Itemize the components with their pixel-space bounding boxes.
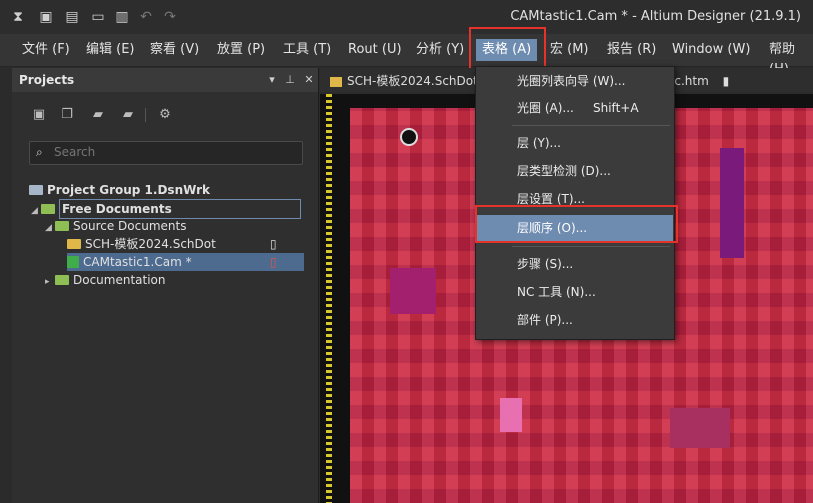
- tree-free-documents[interactable]: ◢ Free Documents: [31, 199, 301, 220]
- tree-label: SCH-模板2024.SchDot: [85, 237, 216, 251]
- component-pad: [720, 148, 744, 258]
- expand-icon[interactable]: ◢: [45, 219, 55, 237]
- schdot-file-icon: [67, 238, 81, 249]
- tab-schdot[interactable]: SCH-模板2024.SchDot: [330, 72, 478, 90]
- menu-item-layers[interactable]: 层 (Y)...: [477, 130, 673, 156]
- folder-remove-icon[interactable]: ▰: [118, 105, 138, 125]
- title-bar: ⧗ ▣ ▤ ▭ ▥ ↶ ↷ CAMtastic1.Cam * - Altium …: [0, 0, 813, 34]
- menu-reports[interactable]: 报告 (R): [607, 40, 656, 60]
- menu-help[interactable]: 帮助 (H): [769, 40, 813, 77]
- tab-label: SCH-模板2024.SchDot: [347, 74, 478, 88]
- tree-label: CAMtastic1.Cam *: [83, 255, 192, 269]
- open-icon[interactable]: ▭: [88, 7, 108, 27]
- menu-item-aperture[interactable]: 光圈 (A)... Shift+A: [477, 95, 673, 121]
- tree-cam-file[interactable]: CAMtastic1.Cam * ▯: [67, 253, 304, 271]
- menu-macro[interactable]: 宏 (M): [550, 40, 589, 60]
- projects-panel: Projects ▾ ⊥ ✕ ▣ ❐ ▰ ▰ ⚙ ⌕ Project Group…: [12, 68, 319, 503]
- schdot-file-icon: [330, 76, 342, 87]
- menu-item-layer-setup[interactable]: 层设置 (T)...: [477, 186, 673, 212]
- menu-view[interactable]: 察看 (V): [150, 40, 199, 60]
- app-icon[interactable]: ⧗: [8, 7, 28, 27]
- folder-icon: [41, 203, 55, 214]
- modified-document-icon: ▯: [270, 255, 277, 269]
- tab-htm[interactable]: oc.htm ▮: [667, 72, 729, 90]
- menu-item-steps[interactable]: 步骤 (S)...: [477, 251, 673, 277]
- document-icon: ▮: [722, 74, 730, 88]
- panel-toolbar: ▣ ❐ ▰ ▰ ⚙: [12, 105, 318, 129]
- expand-icon[interactable]: ◢: [31, 202, 41, 220]
- tree-documentation[interactable]: ▸ Documentation: [45, 271, 166, 289]
- redo-icon[interactable]: ↷: [160, 7, 180, 27]
- window-title: CAMtastic1.Cam * - Altium Designer (21.9…: [510, 9, 801, 24]
- menu-edit[interactable]: 编辑 (E): [86, 40, 135, 60]
- mounting-hole: [400, 128, 418, 146]
- gear-icon[interactable]: ⚙: [155, 105, 175, 125]
- component-pad: [390, 268, 436, 314]
- table-menu-dropdown: 光圈列表向导 (W)... 光圈 (A)... Shift+A 层 (Y)... …: [475, 66, 675, 340]
- menu-item-aperture-wizard[interactable]: 光圈列表向导 (W)...: [477, 68, 673, 94]
- board-edge-marker: [326, 94, 332, 503]
- component-pad: [670, 408, 730, 448]
- search-input[interactable]: [54, 145, 284, 159]
- menu-item-nc-tools[interactable]: NC 工具 (N)...: [477, 279, 673, 305]
- component-pad: [500, 398, 522, 432]
- tree-label: Source Documents: [73, 219, 187, 233]
- panel-header: Projects ▾ ⊥ ✕: [12, 68, 318, 92]
- menu-separator: [512, 125, 670, 126]
- panel-title: Projects: [19, 73, 75, 87]
- tree-label: Project Group 1.DsnWrk: [47, 183, 211, 197]
- expand-icon[interactable]: ▸: [45, 273, 55, 291]
- workspace-icon: [29, 184, 43, 195]
- tree-schdot-file[interactable]: SCH-模板2024.SchDot ▯: [67, 235, 287, 253]
- menu-separator: [512, 246, 670, 247]
- folder-icon: [55, 274, 69, 285]
- save-icon[interactable]: ▣: [29, 105, 49, 125]
- save-all-icon[interactable]: ▤: [62, 7, 82, 27]
- folder-add-icon[interactable]: ▰: [88, 105, 108, 125]
- panel-menu-icon[interactable]: ▾: [265, 72, 279, 88]
- cam-file-icon: [67, 255, 79, 268]
- menu-place[interactable]: 放置 (P): [217, 40, 265, 60]
- menu-item-layer-order[interactable]: 层顺序 (O)...: [477, 215, 673, 241]
- tree-project-group[interactable]: Project Group 1.DsnWrk: [29, 181, 210, 199]
- pin-icon[interactable]: ⊥: [283, 72, 297, 88]
- tree-source-documents[interactable]: ◢ Source Documents: [45, 217, 186, 235]
- save-icon[interactable]: ▣: [36, 7, 56, 27]
- tree-label: Documentation: [73, 273, 166, 287]
- copy-icon[interactable]: ❐: [57, 105, 77, 125]
- menu-tools[interactable]: 工具 (T): [283, 40, 331, 60]
- menu-item-parts[interactable]: 部件 (P)...: [477, 307, 673, 333]
- close-icon[interactable]: ✕: [302, 72, 316, 88]
- search-icon: ⌕: [36, 145, 43, 159]
- menu-bar: 文件 (F) 编辑 (E) 察看 (V) 放置 (P) 工具 (T) Rout …: [0, 34, 813, 77]
- menu-window[interactable]: Window (W): [672, 40, 750, 60]
- folder-icon: [55, 220, 69, 231]
- menu-rout[interactable]: Rout (U): [348, 40, 402, 60]
- undo-icon[interactable]: ↶: [136, 7, 156, 27]
- tree-label: Free Documents: [59, 199, 301, 219]
- menu-file[interactable]: 文件 (F): [22, 40, 70, 60]
- open-doc-icon[interactable]: ▥: [112, 7, 132, 27]
- document-icon: ▯: [270, 237, 277, 251]
- menu-tables[interactable]: 表格 (A): [476, 39, 538, 61]
- toolbar-divider: [145, 108, 146, 122]
- menu-analysis[interactable]: 分析 (Y): [416, 40, 464, 60]
- search-box[interactable]: ⌕: [29, 141, 303, 165]
- menu-item-layer-type-detect[interactable]: 层类型检测 (D)...: [477, 158, 673, 184]
